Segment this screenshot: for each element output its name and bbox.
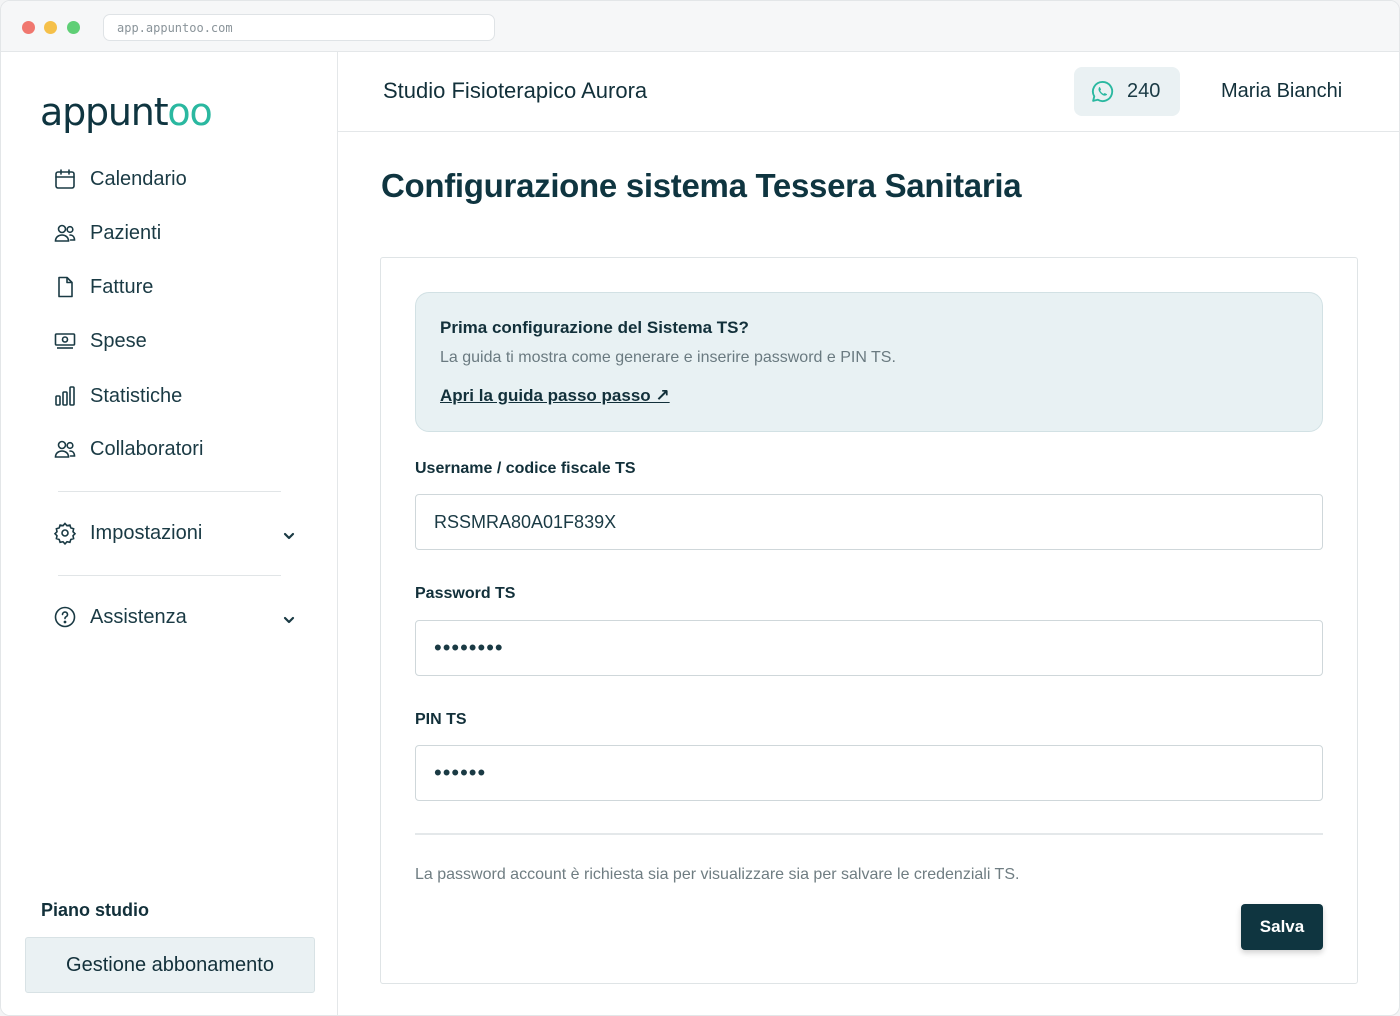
maximize-window-button[interactable]	[67, 21, 80, 34]
sidebar-item-fatture[interactable]: Fatture	[53, 272, 153, 302]
info-text: La guida ti mostra come generare e inser…	[440, 349, 896, 366]
pin-field[interactable]: ••••••	[415, 745, 1323, 801]
password-note: La password account è richiesta sia per …	[415, 866, 1020, 883]
whatsapp-credits-badge[interactable]: 240	[1074, 67, 1180, 116]
password-label: Password TS	[415, 585, 516, 602]
whatsapp-count: 240	[1127, 80, 1161, 102]
users-icon	[53, 221, 77, 245]
gear-icon	[53, 521, 77, 545]
sidebar-item-statistiche[interactable]: Statistiche	[53, 381, 182, 411]
sidebar-item-label: Pazienti	[90, 221, 162, 244]
sidebar-item-assistenza[interactable]: Assistenza	[53, 602, 296, 632]
sidebar-item-calendario[interactable]: Calendario	[53, 164, 187, 194]
users-icon	[53, 437, 77, 461]
sidebar-item-label: Spese	[90, 329, 147, 352]
top-bar: Studio Fisioterapico Aurora 240 Maria Bi…	[338, 52, 1399, 132]
page-title: Configurazione sistema Tessera Sanitaria	[381, 167, 1022, 204]
username-field[interactable]: RSSMRA80A01F839X	[415, 494, 1323, 550]
plan-label: Piano studio	[41, 900, 149, 920]
info-title: Prima configurazione del Sistema TS?	[440, 318, 749, 337]
close-window-button[interactable]	[22, 21, 35, 34]
help-icon	[53, 605, 77, 629]
sidebar-item-pazienti[interactable]: Pazienti	[53, 218, 161, 248]
sidebar-divider	[58, 575, 281, 576]
info-callout: Prima configurazione del Sistema TS? La …	[415, 292, 1323, 432]
sidebar-item-label: Statistiche	[90, 384, 183, 407]
chevron-down-icon	[282, 610, 296, 624]
app-window: app.appuntoo.com appuntoo Calendario Paz…	[0, 0, 1400, 1016]
sidebar-divider	[58, 491, 281, 492]
app-logo[interactable]: appuntoo	[40, 90, 213, 134]
document-icon	[53, 275, 77, 299]
bar-chart-icon	[53, 384, 77, 408]
form-divider	[415, 833, 1323, 835]
password-field[interactable]: ••••••••	[415, 620, 1323, 676]
chevron-down-icon	[282, 526, 296, 540]
sidebar-item-collaboratori[interactable]: Collaboratori	[53, 434, 203, 464]
sidebar-item-label: Assistenza	[90, 605, 187, 628]
sidebar-item-spese[interactable]: Spese	[53, 326, 147, 356]
calendar-icon	[53, 167, 77, 191]
pin-label: PIN TS	[415, 711, 467, 728]
cash-icon	[53, 329, 77, 353]
studio-name: Studio Fisioterapico Aurora	[383, 78, 648, 103]
whatsapp-icon	[1091, 80, 1114, 103]
open-guide-link[interactable]: Apri la guida passo passo ↗	[440, 386, 670, 406]
username-label: Username / codice fiscale TS	[415, 460, 636, 477]
sidebar-item-label: Fatture	[90, 275, 154, 298]
sidebar-item-label: Calendario	[90, 167, 187, 190]
browser-toolbar: app.appuntoo.com	[1, 1, 1399, 52]
sidebar: appuntoo Calendario Pazienti Fatture Spe…	[1, 52, 338, 1015]
manage-subscription-button[interactable]: Gestione abbonamento	[25, 937, 315, 993]
sidebar-item-label: Impostazioni	[90, 521, 203, 544]
user-menu[interactable]: Maria Bianchi	[1221, 80, 1342, 103]
save-button[interactable]: Salva	[1241, 904, 1323, 950]
minimize-window-button[interactable]	[44, 21, 57, 34]
address-bar[interactable]: app.appuntoo.com	[103, 14, 495, 41]
sidebar-item-impostazioni[interactable]: Impostazioni	[53, 518, 296, 548]
sidebar-item-label: Collaboratori	[90, 437, 204, 460]
